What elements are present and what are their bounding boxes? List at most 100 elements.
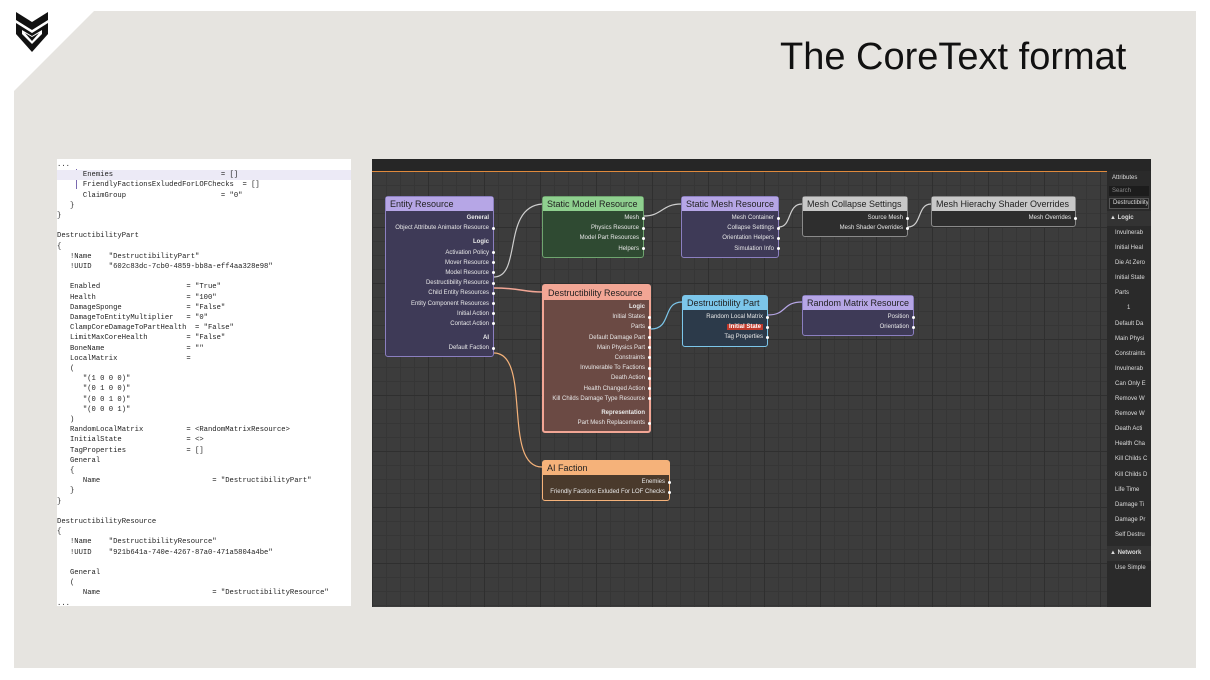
node-output-pin-icon[interactable] [766, 315, 769, 319]
node-output-pin-icon[interactable] [492, 281, 495, 285]
node-port[interactable]: Initial Action [388, 309, 495, 319]
attribute-row[interactable]: Remove W [1107, 392, 1151, 407]
node-port[interactable]: Kill Childs Damage Type Resource [546, 394, 651, 404]
attribute-row[interactable]: Death Acti [1107, 422, 1151, 437]
node-output-pin-icon[interactable] [642, 216, 645, 220]
node-output-pin-icon[interactable] [912, 315, 915, 319]
node-output-pin-icon[interactable] [648, 376, 651, 380]
attribute-row[interactable]: Constraints [1107, 347, 1151, 362]
node-port[interactable]: Mesh [545, 213, 645, 223]
node-port[interactable]: Collapse Settings [684, 223, 780, 233]
node-port[interactable]: Simulation Info [684, 244, 780, 254]
node-port[interactable]: Constraints [546, 353, 651, 363]
node-output-pin-icon[interactable] [906, 216, 909, 220]
node-port[interactable]: Initial State [685, 322, 769, 332]
node-port[interactable]: Default Damage Part [546, 333, 651, 343]
node-port[interactable]: Object Attribute Animator Resource [388, 223, 495, 233]
node-output-pin-icon[interactable] [648, 336, 651, 340]
attribute-row[interactable]: Health Cha [1107, 437, 1151, 452]
attribute-row[interactable]: Main Physi [1107, 332, 1151, 347]
node-port[interactable]: Default Faction [388, 343, 495, 353]
node-port[interactable]: Contact Action [388, 319, 495, 329]
node-output-pin-icon[interactable] [492, 302, 495, 305]
node-output-pin-icon[interactable] [906, 226, 909, 230]
node-port[interactable]: Activation Policy [388, 248, 495, 258]
node-output-pin-icon[interactable] [648, 397, 651, 401]
attribute-row[interactable]: Kill Childs C [1107, 452, 1151, 467]
node-port[interactable]: Mover Resource [388, 258, 495, 268]
node-port[interactable]: Destructibility Resource [388, 278, 495, 288]
node-static-model-resource[interactable]: Static Model Resource Mesh Physics Resour… [542, 196, 645, 258]
node-output-pin-icon[interactable] [777, 216, 780, 220]
node-output-pin-icon[interactable] [648, 387, 651, 390]
node-port[interactable]: Mesh Container [684, 213, 780, 223]
attribute-row[interactable]: Damage Pr [1107, 513, 1151, 528]
attributes-section-logic[interactable]: ▲ Logic [1107, 211, 1151, 226]
node-random-matrix-resource[interactable]: Random Matrix Resource Position Orientati… [802, 295, 915, 337]
node-port[interactable]: Orientation Helpers [684, 233, 780, 243]
node-destructibility-part[interactable]: Destructibility Part Random Local Matrix… [682, 295, 769, 347]
node-output-pin-icon[interactable] [1074, 216, 1077, 220]
node-port[interactable]: Part Mesh Replacements [546, 418, 651, 428]
node-port[interactable]: Main Physics Part [546, 343, 651, 353]
node-port[interactable]: Initial States [546, 312, 651, 322]
node-port[interactable]: Death Action [546, 373, 651, 383]
attributes-search-input[interactable]: Search [1109, 186, 1149, 196]
attribute-row[interactable]: Remove W [1107, 407, 1151, 422]
node-port[interactable]: Tag Properties [685, 332, 769, 342]
node-destructibility-resource[interactable]: Destructibility Resource Logic Initial St… [542, 284, 651, 434]
node-output-pin-icon[interactable] [648, 356, 651, 360]
attribute-row[interactable]: Life Time [1107, 483, 1151, 498]
node-output-pin-icon[interactable] [648, 325, 651, 329]
node-mesh-collapse-settings[interactable]: Mesh Collapse Settings Source Mesh Mesh S… [802, 196, 909, 238]
node-output-pin-icon[interactable] [648, 315, 651, 319]
node-output-pin-icon[interactable] [668, 490, 671, 494]
node-output-pin-icon[interactable] [492, 226, 495, 230]
attribute-row[interactable]: Invulnerab [1107, 226, 1151, 241]
attribute-row[interactable]: Initial State [1107, 271, 1151, 286]
node-output-pin-icon[interactable] [777, 236, 780, 240]
attributes-section-network[interactable]: ▲ Network [1107, 545, 1151, 561]
node-port[interactable]: Child Entity Resources [388, 288, 495, 298]
attributes-selected-dropdown[interactable]: Destructibility [1109, 198, 1149, 209]
node-output-pin-icon[interactable] [642, 236, 645, 240]
node-output-pin-icon[interactable] [912, 325, 915, 329]
node-port[interactable]: Random Local Matrix [685, 312, 769, 322]
node-port[interactable]: Helpers [545, 244, 645, 254]
attribute-row[interactable]: Damage Ti [1107, 498, 1151, 513]
node-port[interactable]: Parts [546, 322, 651, 332]
node-ai-faction[interactable]: AI Faction Enemies Friendly Factions Exlu… [542, 460, 671, 502]
node-port[interactable]: Invulnerable To Factions [546, 363, 651, 373]
node-output-pin-icon[interactable] [648, 366, 651, 370]
attribute-row[interactable]: Die At Zero [1107, 256, 1151, 271]
attribute-row[interactable]: 1 [1107, 301, 1151, 316]
node-output-pin-icon[interactable] [777, 226, 780, 230]
attribute-row[interactable]: Use Simple [1107, 561, 1151, 576]
node-output-pin-icon[interactable] [766, 325, 769, 329]
attribute-row[interactable]: Invulnerab [1107, 362, 1151, 377]
node-output-pin-icon[interactable] [766, 335, 769, 339]
node-port[interactable]: Entity Component Resources [388, 299, 495, 309]
node-entity-resource[interactable]: Entity Resource General Object Attribute … [385, 196, 495, 358]
node-port[interactable]: Enemies [545, 477, 671, 487]
node-output-pin-icon[interactable] [492, 346, 495, 350]
node-output-pin-icon[interactable] [642, 226, 645, 230]
node-port[interactable]: Physics Resource [545, 223, 645, 233]
attribute-row[interactable]: Parts [1107, 286, 1151, 301]
attribute-row[interactable]: Can Only E [1107, 377, 1151, 392]
node-port[interactable]: Mesh Shader Overrides [805, 223, 909, 233]
node-port[interactable]: Model Resource [388, 268, 495, 278]
node-output-pin-icon[interactable] [668, 480, 671, 484]
attribute-row[interactable]: Initial Heal [1107, 241, 1151, 256]
node-port[interactable]: Source Mesh [805, 213, 909, 223]
attribute-row[interactable]: Kill Childs D [1107, 468, 1151, 483]
node-port[interactable]: Friendly Factions Exluded For LOF Checks [545, 487, 671, 497]
node-port[interactable]: Orientation [805, 322, 915, 332]
node-port[interactable]: Health Changed Action [546, 384, 651, 394]
node-output-pin-icon[interactable] [648, 421, 651, 425]
node-static-mesh-resource[interactable]: Static Mesh Resource Mesh Container Colla… [681, 196, 780, 258]
node-mesh-hierachy-shader-overrides[interactable]: Mesh Hierachy Shader Overrides Mesh Over… [931, 196, 1077, 228]
node-port[interactable]: Model Part Resources [545, 233, 645, 243]
node-port[interactable]: Mesh Overrides [934, 213, 1077, 223]
attribute-row[interactable]: Self Destru [1107, 528, 1151, 543]
